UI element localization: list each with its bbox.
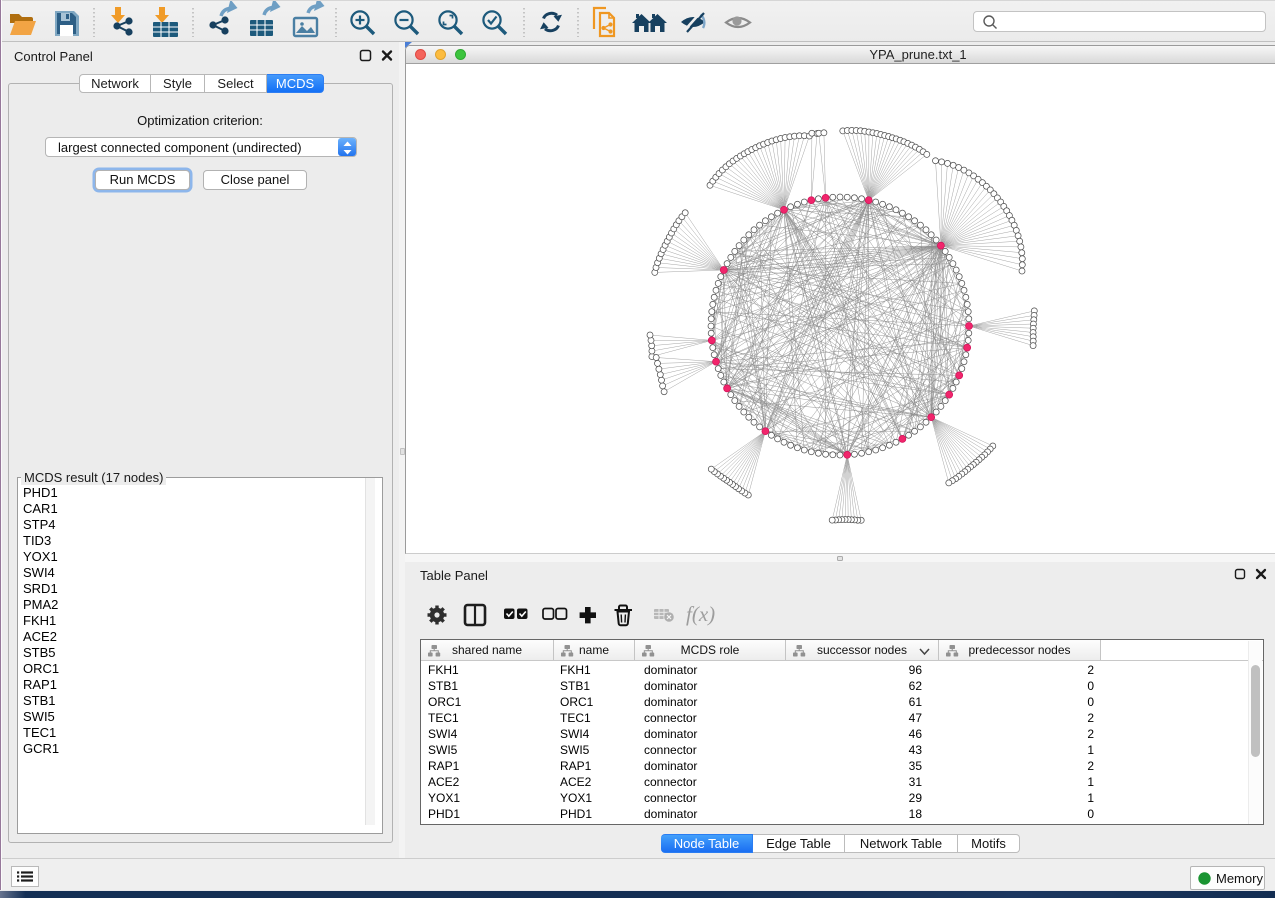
- svg-text:f(x): f(x): [686, 602, 715, 626]
